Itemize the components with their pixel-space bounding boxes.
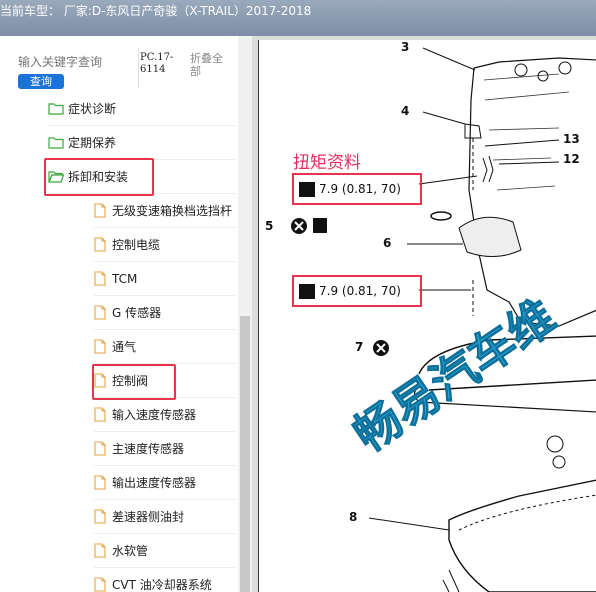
tree-item-label: 水软管	[112, 544, 149, 558]
callout-6: 6	[383, 236, 392, 250]
document-icon	[94, 509, 106, 524]
callout-12: 12	[563, 152, 580, 166]
scrollbar-thumb[interactable]	[240, 316, 250, 592]
folder-icon	[48, 136, 64, 149]
document-icon	[94, 543, 106, 558]
divider	[138, 48, 139, 88]
tree-item[interactable]: 无级变速箱换档选挡杆	[94, 194, 236, 228]
folder-icon	[48, 102, 64, 115]
search-input[interactable]	[18, 54, 106, 70]
callout-3: 3	[401, 40, 410, 54]
document-icon	[94, 475, 106, 490]
document-code: PC.17-6114	[140, 52, 174, 75]
tree-item[interactable]: 控制电缆	[94, 228, 236, 262]
tree-item[interactable]: 主速度传感器	[94, 432, 236, 466]
callout-8: 8	[349, 510, 358, 524]
tree-scrollbar[interactable]	[238, 36, 252, 592]
tree-item-label: G 传感器	[112, 306, 162, 320]
document-icon	[94, 441, 106, 456]
tree-item[interactable]: 症状诊断	[48, 92, 236, 126]
highlight-box-disassembly	[44, 158, 154, 196]
tree-item[interactable]: G 传感器	[94, 296, 236, 330]
tree-item[interactable]: 水软管	[94, 534, 236, 568]
callout-7: 7	[355, 340, 364, 354]
document-icon	[94, 407, 106, 422]
torque-value-1: 7.9 (0.81, 70)	[319, 182, 401, 196]
tree-item[interactable]: 输出速度传感器	[94, 466, 236, 500]
tree-item-label: 差速器侧油封	[112, 510, 185, 524]
tree-item-label: 主速度传感器	[112, 442, 185, 456]
tree-item[interactable]: 通气	[94, 330, 236, 364]
document-icon	[94, 339, 106, 354]
collapse-all-button[interactable]: 折叠全部	[190, 52, 230, 78]
tree-item[interactable]: CVT 油冷却器系统	[94, 568, 236, 592]
callout-13: 13	[563, 132, 580, 146]
window-titlebar: 当前车型： 厂家:D-东风日产奇骏（X-TRAIL）2017-2018	[0, 0, 596, 36]
callout-4: 4	[401, 104, 410, 118]
window-title: 当前车型： 厂家:D-东风日产奇骏（X-TRAIL）2017-2018	[0, 4, 312, 18]
tree-item-label: TCM	[112, 271, 138, 286]
document-icon	[94, 237, 106, 252]
document-icon	[94, 271, 106, 286]
search-button[interactable]: 查询	[18, 74, 64, 89]
navigation-panel: 查询 PC.17-6114 折叠全部 症状诊断定期保养拆卸和安装无级变速箱换档选…	[0, 36, 252, 592]
tree-item-label: 控制电缆	[112, 238, 161, 252]
document-icon	[94, 577, 106, 592]
tree-item[interactable]: TCM	[94, 262, 236, 296]
search-bar: 查询 PC.17-6114 折叠全部	[0, 44, 251, 89]
callout-5: 5	[265, 219, 274, 233]
exploded-diagram: 3 4 5 6 7 8 12 13 扭矩资料 7.9 (0.81, 70) 7.…	[258, 40, 596, 592]
tree-item[interactable]: 差速器侧油封	[94, 500, 236, 534]
document-icon	[94, 305, 106, 320]
document-icon	[94, 203, 106, 218]
tree-item[interactable]: 输入速度传感器	[94, 398, 236, 432]
torque-value-2: 7.9 (0.81, 70)	[319, 284, 401, 298]
tree-item-label: 通气	[112, 340, 137, 354]
tree-item-label: 定期保养	[68, 136, 117, 150]
tree-item-label: CVT 油冷却器系统	[112, 578, 212, 592]
tree-item-label: 无级变速箱换档选挡杆	[112, 204, 233, 218]
tree-item-label: 症状诊断	[68, 102, 117, 116]
tree-item[interactable]: 定期保养	[48, 126, 236, 160]
tree-item-label: 输出速度传感器	[112, 476, 197, 490]
tree-item-label: 输入速度传感器	[112, 408, 197, 422]
torque-heading: 扭矩资料	[293, 153, 361, 173]
highlight-box-control-valve	[92, 364, 176, 400]
diagram-panel: 3 4 5 6 7 8 12 13 扭矩资料 7.9 (0.81, 70) 7.…	[252, 36, 596, 592]
